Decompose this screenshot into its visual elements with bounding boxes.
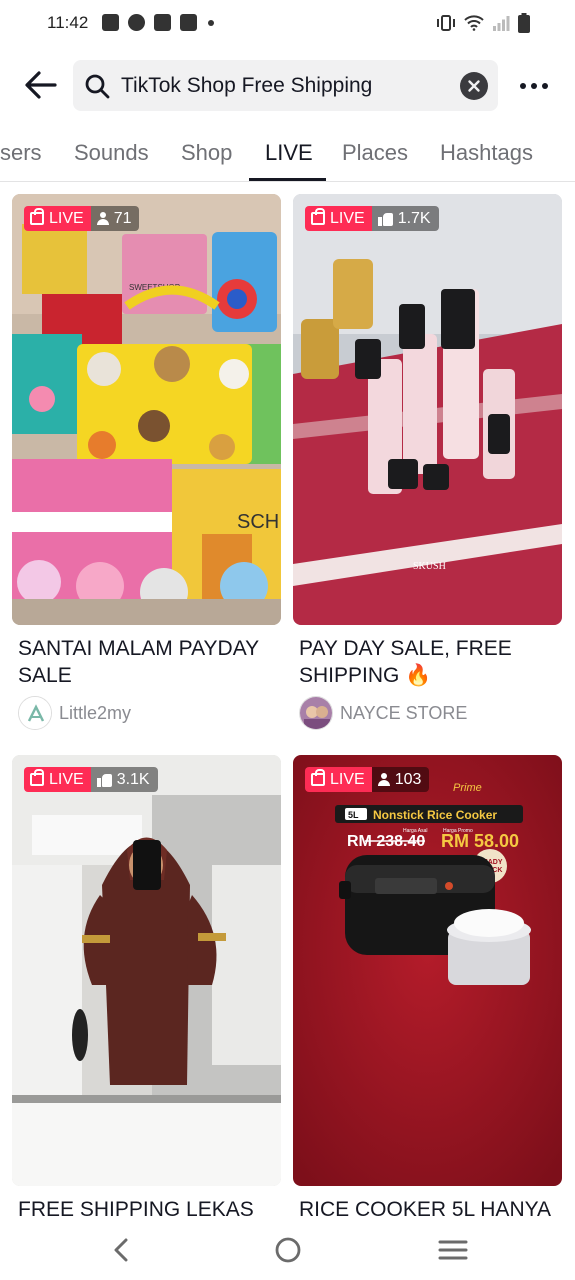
back-arrow-icon[interactable] (22, 66, 60, 104)
tab-shop[interactable]: Shop (181, 140, 232, 166)
messenger-icon (128, 14, 145, 31)
shopping-bag-icon (311, 208, 325, 225)
avatar-image (300, 697, 332, 729)
status-bar: 11:42 (0, 0, 575, 48)
product-name-text: Nonstick Rice Cooker (373, 808, 497, 822)
avatar[interactable] (18, 696, 52, 730)
live-label: LIVE (330, 770, 365, 788)
live-badge: LIVE 103 (305, 767, 430, 792)
live-tag: LIVE (24, 767, 91, 792)
live-title[interactable]: FREE SHIPPING LEKAS (18, 1196, 280, 1223)
battery-icon (518, 13, 530, 33)
viewer-count: 103 (394, 770, 422, 788)
shopping-bag-icon (30, 208, 44, 225)
person-icon (377, 772, 390, 787)
school-box-text: SCH (237, 511, 279, 533)
live-title[interactable]: SANTAI MALAM PAYDAY SALE (18, 635, 280, 689)
system-icons (436, 13, 530, 33)
like-icon (96, 773, 112, 787)
more-dot (531, 83, 537, 89)
like-count-tag: 1.7K (371, 206, 439, 231)
more-dot (520, 83, 526, 89)
search-box[interactable]: TikTok Shop Free Shipping (73, 60, 498, 111)
live-label: LIVE (49, 209, 84, 227)
status-time: 11:42 (47, 13, 89, 32)
system-navigation-bar (0, 1222, 575, 1280)
tab-places[interactable]: Places (342, 140, 408, 166)
like-count-tag: 3.1K (90, 767, 158, 792)
live-label: LIVE (49, 770, 84, 788)
perfume-image: SKUSH (293, 194, 562, 625)
live-tag: LIVE (305, 767, 372, 792)
more-dot (542, 83, 548, 89)
author-name[interactable]: Little2my (59, 703, 131, 724)
like-count: 1.7K (397, 209, 431, 227)
live-thumbnail[interactable]: LIVE 3.1K (12, 755, 281, 1186)
live-thumbnail[interactable]: SWEETSHOP SCH LIVE 71 (12, 194, 281, 625)
like-count: 3.1K (116, 770, 150, 788)
vibrate-icon (437, 15, 455, 31)
tab-users[interactable]: sers (0, 140, 42, 166)
live-badge: LIVE 71 (24, 206, 140, 231)
author-name[interactable]: NAYCE STORE (340, 703, 467, 724)
like-icon (377, 212, 393, 226)
live-thumbnail[interactable]: SKUSH LIVE 1.7K (293, 194, 562, 625)
box-label-text: SKUSH (413, 561, 446, 572)
mail-icon-2 (180, 14, 197, 31)
tab-hashtags[interactable]: Hashtags (440, 140, 533, 166)
signal-icon (493, 16, 510, 31)
clear-search-icon[interactable] (460, 72, 488, 100)
capacity-text: 5L (348, 810, 359, 820)
app-notification-icon (102, 14, 119, 31)
search-tabs: sers Sounds Shop LIVE Places Hashtags (0, 124, 575, 182)
tab-live[interactable]: LIVE (265, 140, 313, 166)
search-icon (85, 74, 110, 99)
person-icon (96, 211, 109, 226)
live-tag: LIVE (305, 206, 372, 231)
live-title[interactable]: RICE COOKER 5L HANYA (299, 1196, 561, 1223)
live-badge: LIVE 1.7K (305, 206, 439, 231)
search-input[interactable]: TikTok Shop Free Shipping (121, 74, 372, 98)
avatar-image (19, 697, 51, 729)
nav-home-icon[interactable] (268, 1234, 308, 1266)
toy-shop-image: SWEETSHOP SCH (12, 194, 281, 625)
nav-recents-icon[interactable] (433, 1234, 473, 1266)
nav-back-icon[interactable] (101, 1234, 141, 1266)
seller-selfie-image (12, 755, 281, 1186)
avatar[interactable] (299, 696, 333, 730)
more-notifications-dot-icon (208, 19, 214, 26)
live-badge: LIVE 3.1K (24, 767, 158, 792)
active-tab-indicator (249, 178, 326, 181)
rice-cooker-promo-image: Prime 5L Nonstick Rice Cooker Harga Asal… (293, 755, 562, 1186)
author[interactable]: Little2my (18, 696, 131, 730)
live-tag: LIVE (24, 206, 91, 231)
wifi-icon (464, 15, 484, 31)
more-options-icon[interactable] (514, 72, 554, 100)
live-thumbnail[interactable]: Prime 5L Nonstick Rice Cooker Harga Asal… (293, 755, 562, 1186)
mail-icon (154, 14, 171, 31)
author[interactable]: NAYCE STORE (299, 696, 467, 730)
tab-sounds[interactable]: Sounds (74, 140, 149, 166)
shopping-bag-icon (30, 769, 44, 786)
notification-icons (102, 14, 214, 31)
live-label: LIVE (330, 209, 365, 227)
brand-text: Prime (453, 782, 482, 794)
new-price: RM 58.00 (441, 831, 519, 851)
live-title[interactable]: PAY DAY SALE, FREE SHIPPING 🔥 (299, 635, 561, 689)
shopping-bag-icon (311, 769, 325, 786)
viewer-count-tag: 71 (90, 206, 140, 231)
viewer-count-tag: 103 (371, 767, 430, 792)
viewer-count: 71 (113, 209, 132, 227)
